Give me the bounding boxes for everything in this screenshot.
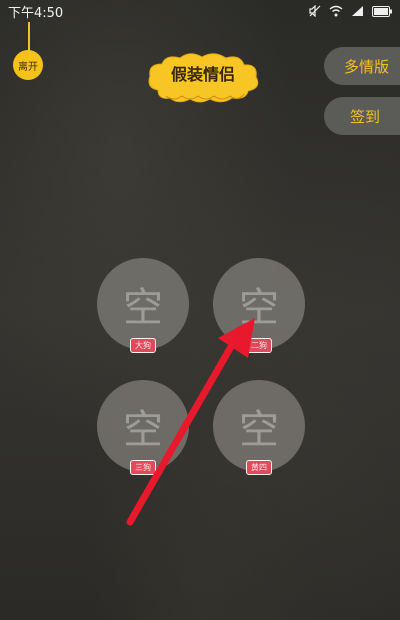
seat-empty-label: 空 xyxy=(239,285,279,331)
leave-button-string xyxy=(28,22,30,52)
seat-empty-label: 空 xyxy=(123,285,163,331)
seat-4[interactable]: 空 黄四 xyxy=(213,380,305,475)
seat-3[interactable]: 空 三狗 xyxy=(97,380,189,475)
seat-name-tag: 黄四 xyxy=(246,460,272,475)
seat-name-tag: 大狗 xyxy=(130,338,156,353)
mute-icon xyxy=(309,5,321,17)
sign-in-button[interactable]: 签到 xyxy=(324,97,400,135)
status-bar: 下午4:50 xyxy=(0,0,400,22)
leave-button[interactable]: 离开 xyxy=(13,50,43,80)
seat-name-tag: 二狗 xyxy=(246,338,272,353)
room-title-cloud: 假装情侣 xyxy=(144,50,262,108)
status-icons xyxy=(309,5,392,17)
battery-icon xyxy=(372,5,392,17)
seat-2[interactable]: 空 二狗 xyxy=(213,258,305,353)
seat-name-tag: 三狗 xyxy=(130,460,156,475)
signal-icon xyxy=(352,6,363,16)
status-time: 下午4:50 xyxy=(8,5,64,21)
seat-1[interactable]: 空 大狗 xyxy=(97,258,189,353)
room-title: 假装情侣 xyxy=(170,65,235,84)
multi-version-button[interactable]: 多情版 xyxy=(324,47,400,85)
seat-empty-label: 空 xyxy=(123,407,163,453)
seat-empty-label: 空 xyxy=(239,407,279,453)
wifi-icon xyxy=(329,5,343,17)
